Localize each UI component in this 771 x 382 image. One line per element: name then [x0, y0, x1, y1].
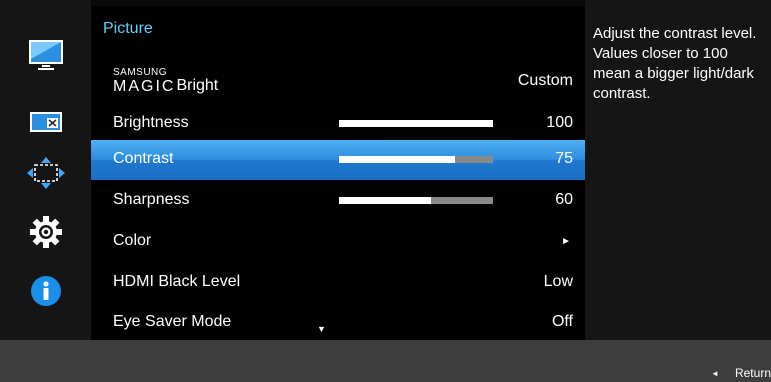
monitor-icon[interactable] — [24, 37, 68, 73]
contrast-slider-fill — [339, 156, 455, 163]
magic-bright-label: SAMSUNG MAGIC Bright — [113, 68, 218, 95]
brightness-label: Brightness — [113, 114, 189, 131]
samsung-magic-logo: SAMSUNG MAGIC — [113, 68, 175, 95]
help-panel: Adjust the contrast level. Values closer… — [585, 0, 771, 340]
return-label: Return — [734, 366, 771, 380]
color-label: Color — [113, 232, 152, 249]
contrast-slider[interactable] — [339, 156, 493, 163]
submenu-arrow-icon: ► — [561, 236, 571, 247]
brightness-slider[interactable] — [339, 120, 493, 127]
bottom-guide-bar: ◄ Return — [0, 340, 771, 382]
return-button[interactable]: ◄ Return — [711, 366, 771, 380]
menu-item-hdmi-black-level[interactable]: HDMI Black Level Low — [91, 263, 585, 303]
menu-item-brightness[interactable]: Brightness 100 — [91, 104, 585, 144]
brightness-slider-fill — [339, 120, 493, 127]
help-text: Adjust the contrast level. Values closer… — [593, 25, 757, 102]
info-icon[interactable] — [24, 273, 68, 309]
sharpness-label: Sharpness — [113, 191, 190, 208]
sharpness-slider-fill — [339, 197, 432, 204]
menu-title: Picture — [103, 20, 153, 37]
sharpness-slider[interactable] — [339, 197, 493, 204]
scroll-down-icon[interactable]: ▼ — [317, 324, 326, 334]
eye-saver-mode-value: Off — [551, 313, 573, 330]
magic-bright-text: Bright — [176, 77, 219, 94]
contrast-value: 75 — [555, 150, 573, 167]
contrast-label: Contrast — [113, 150, 174, 167]
screen-adjust-icon[interactable] — [24, 104, 68, 140]
move-arrows-icon[interactable] — [24, 155, 68, 191]
magic-logo-bottom: MAGIC — [113, 78, 176, 95]
menu-item-magic-bright[interactable]: SAMSUNG MAGIC Bright Custom — [91, 62, 585, 102]
menu-item-eye-saver-mode[interactable]: Eye Saver Mode Off — [91, 303, 585, 343]
eye-saver-mode-label: Eye Saver Mode — [113, 313, 232, 330]
menu-item-contrast[interactable]: Contrast 75 — [91, 140, 585, 180]
hdmi-black-level-label: HDMI Black Level — [113, 273, 241, 290]
menu-category-sidebar — [0, 0, 91, 340]
brightness-value: 100 — [546, 114, 573, 131]
gear-icon[interactable] — [24, 214, 68, 250]
osd-screen: Picture SAMSUNG MAGIC Bright Custom Brig… — [0, 0, 771, 382]
menu-item-color[interactable]: Color ► — [91, 222, 585, 262]
return-arrow-icon: ◄ — [711, 368, 719, 378]
menu-item-sharpness[interactable]: Sharpness 60 — [91, 181, 585, 221]
sharpness-value: 60 — [555, 191, 573, 208]
hdmi-black-level-value: Low — [543, 273, 573, 290]
magic-bright-value: Custom — [517, 72, 573, 89]
picture-menu-panel: Picture SAMSUNG MAGIC Bright Custom Brig… — [91, 6, 585, 340]
magic-logo-top: SAMSUNG — [113, 67, 168, 78]
